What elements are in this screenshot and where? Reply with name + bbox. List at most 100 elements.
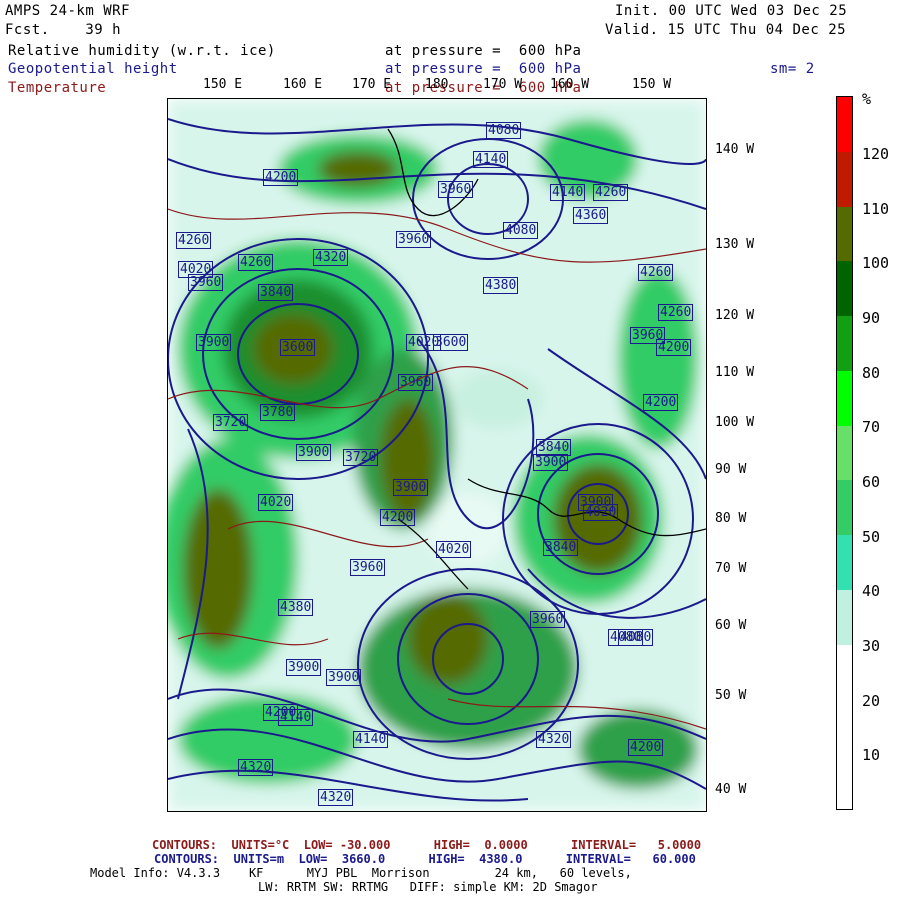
colorbar-swatch (837, 370, 852, 427)
gh-field-name: Geopotential height (8, 61, 178, 77)
height-contour-label: 3900 (533, 454, 569, 471)
height-contour-label: 3960 (350, 559, 386, 576)
lat-label: 120 W (715, 308, 755, 323)
lat-label: 70 W (715, 561, 747, 576)
physics-info: LW: RRTM SW: RRTMG DIFF: simple KM: 2D S… (258, 880, 598, 894)
model-title: AMPS 24-km WRF (5, 3, 131, 19)
colorbar-swatch (837, 644, 852, 700)
colorbar-unit: % (862, 90, 872, 108)
lat-label: 50 W (715, 688, 747, 703)
height-contour-label: 3960 (398, 374, 434, 391)
colorbar-label: 60 (862, 473, 881, 491)
height-contour-label: 3900 (393, 479, 429, 496)
height-contour-label: 3720 (343, 449, 379, 466)
forecast-hour: Fcst. 39 h (5, 22, 122, 38)
height-contour-label: 4320 (238, 759, 274, 776)
colorbar-swatch (837, 97, 852, 153)
t-field-name: Temperature (8, 80, 107, 96)
height-contour-label: 4200 (263, 169, 299, 186)
lon-label: 170 E (352, 77, 392, 92)
height-contour-label: 3960 (630, 327, 666, 344)
colorbar-swatch (837, 151, 852, 208)
height-contour-label: 3900 (286, 659, 322, 676)
gh-field-level: at pressure = 600 hPa (385, 61, 582, 77)
height-contour-label: 4320 (536, 731, 572, 748)
colorbar-label: 110 (862, 200, 890, 218)
height-contour-label: 3840 (543, 539, 579, 556)
temperature-contour-info: CONTOURS: UNITS=°C LOW= -30.000 HIGH= 0.… (152, 838, 702, 852)
height-contour-info: CONTOURS: UNITS=m LOW= 3660.0 HIGH= 4380… (154, 852, 696, 866)
colorbar-swatch (837, 425, 852, 481)
colorbar-swatch (837, 480, 852, 536)
colorbar-label: 10 (862, 746, 881, 764)
lon-label: 160 W (550, 77, 590, 92)
colorbar-label: 50 (862, 528, 881, 546)
lat-label: 80 W (715, 511, 747, 526)
lat-label: 90 W (715, 462, 747, 477)
height-contour-label: 4200 (380, 509, 416, 526)
height-contour-label: 4020 (583, 504, 619, 521)
height-contour-label: 4320 (318, 789, 354, 806)
lon-label: 150 E (203, 77, 243, 92)
colorbar-swatch (837, 535, 852, 591)
colorbar-label: 90 (862, 309, 881, 327)
height-contour-label: 4360 (573, 207, 609, 224)
colorbar-swatch (837, 316, 852, 372)
colorbar-label: 40 (862, 582, 881, 600)
map-panel: 4260 4140 3960 4080 4140 4360 4260 4020 3840 3900… (167, 98, 707, 812)
colorbar (836, 96, 853, 810)
height-contour-label: 3780 (260, 404, 296, 421)
height-contour-label: 4200 (643, 394, 679, 411)
height-contour-label: 3900 (196, 334, 232, 351)
colorbar-swatch (837, 589, 852, 646)
height-contour-label: 3900 (326, 669, 362, 686)
height-contour-label: 4140 (550, 184, 586, 201)
model-info: Model Info: V4.3.3 KF MYJ PBL Morrison 2… (90, 866, 632, 880)
height-contour-label: 4140 (353, 731, 389, 748)
colorbar-label: 30 (862, 637, 881, 655)
height-contour-label: 4260 (638, 264, 674, 281)
height-contour-label: 3960 (530, 611, 566, 628)
valid-time: Valid. 15 UTC Thu 04 Dec 25 (605, 22, 847, 38)
colorbar-swatch (837, 206, 852, 262)
colorbar-label: 20 (862, 692, 881, 710)
height-contour-label: 3600 (433, 334, 469, 351)
rh-field-level: at pressure = 600 hPa (385, 43, 582, 59)
init-time: Init. 00 UTC Wed 03 Dec 25 (615, 3, 848, 19)
colorbar-label: 120 (862, 145, 890, 163)
colorbar-swatch (837, 754, 852, 810)
height-contour-label: 3960 (438, 181, 474, 198)
height-contour-label: 4260 (658, 304, 694, 321)
height-contour-label: 4260 (176, 232, 212, 249)
lon-label: 160 E (283, 77, 323, 92)
lat-label: 140 W (715, 142, 755, 157)
height-contour-label: 4320 (313, 249, 349, 266)
lat-label: 60 W (715, 618, 747, 633)
map-canvas (168, 99, 706, 811)
colorbar-label: 80 (862, 364, 881, 382)
lon-label: 170 W (483, 77, 523, 92)
height-contour-label: 3900 (296, 444, 332, 461)
height-contour-label: 3840 (536, 439, 572, 456)
height-contour-label: 3600 (280, 339, 316, 356)
lat-label: 40 W (715, 782, 747, 797)
colorbar-label: 70 (862, 418, 881, 436)
height-contour-label: 4080 (486, 122, 522, 139)
height-contour-label: 4020 (258, 494, 294, 511)
height-contour-label: 3720 (213, 414, 249, 431)
rh-field-name: Relative humidity (w.r.t. ice) (8, 43, 276, 59)
height-contour-label: 4140 (473, 151, 509, 168)
height-contour-label: 3960 (188, 274, 224, 291)
height-contour-label: 4200 (263, 704, 299, 721)
lat-label: 130 W (715, 237, 755, 252)
height-contour-label: 4260 (593, 184, 629, 201)
height-contour-label: 4080 (503, 222, 539, 239)
height-contour-label: 4080 (618, 629, 654, 646)
height-contour-label: 4020 (436, 541, 472, 558)
lat-label: 110 W (715, 365, 755, 380)
height-contour-label: 3960 (396, 231, 432, 248)
humidity-shading (168, 99, 706, 811)
height-contour-label: 3840 (258, 284, 294, 301)
colorbar-swatch (837, 699, 852, 755)
colorbar-label: 100 (862, 254, 890, 272)
